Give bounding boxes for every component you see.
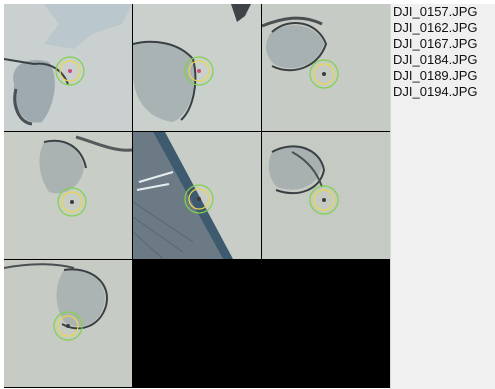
thumbnail-image: [262, 4, 390, 131]
thumbnail-grid: [4, 4, 390, 388]
file-list-item[interactable]: DJI_0194.JPG: [391, 84, 495, 100]
thumbnail-image: [133, 4, 261, 131]
thumbnail-2[interactable]: [133, 4, 261, 131]
thumbnail-7[interactable]: [4, 260, 132, 387]
file-list-item[interactable]: DJI_0167.JPG: [391, 36, 495, 52]
file-list-item[interactable]: DJI_0184.JPG: [391, 52, 495, 68]
file-list-item[interactable]: DJI_0157.JPG: [391, 4, 495, 20]
thumbnail-4[interactable]: [4, 132, 132, 259]
thumbnail-5[interactable]: [133, 132, 261, 259]
file-list-item[interactable]: DJI_0162.JPG: [391, 20, 495, 36]
thumbnail-3[interactable]: [262, 4, 390, 131]
file-list-item[interactable]: DJI_0189.JPG: [391, 68, 495, 84]
thumbnail-image: [4, 260, 132, 387]
thumbnail-image: [4, 4, 132, 131]
file-list: DJI_0157.JPG DJI_0162.JPG DJI_0167.JPG D…: [390, 4, 495, 389]
thumbnail-1[interactable]: [4, 4, 132, 131]
thumbnail-image: [133, 132, 261, 259]
thumbnail-image: [262, 132, 390, 259]
thumbnail-image: [4, 132, 132, 259]
thumbnail-6[interactable]: [262, 132, 390, 259]
